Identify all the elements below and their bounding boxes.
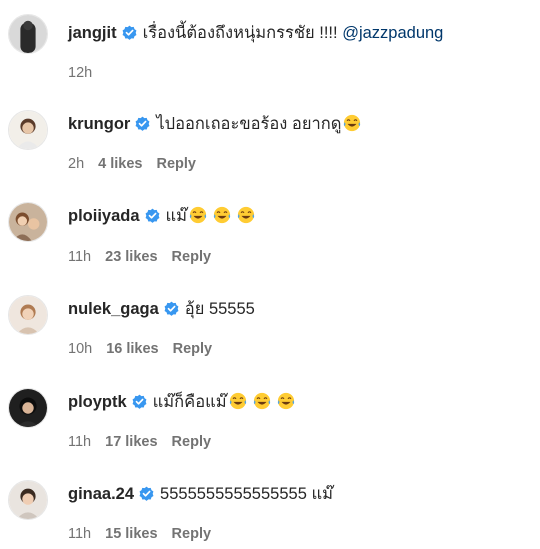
face-with-tears-of-joy-emoji xyxy=(213,206,231,224)
verified-badge-icon xyxy=(164,301,179,316)
reply-button[interactable]: Reply xyxy=(172,249,212,265)
comment-item: ploypt​k แม๊ก็คือแม๊ 11h 17 likes Reply xyxy=(0,371,540,457)
verified-badge-icon xyxy=(145,208,160,223)
comment-line: jangjit เรื่องนี้ต้องถึงหนุ่มกรรชัย !!!! … xyxy=(68,23,443,43)
avatar[interactable] xyxy=(8,295,48,335)
comment-item: ginaa.24 5555555555555555 แม๊ 11h 15 likes… xyxy=(0,463,540,549)
verified-badge-icon xyxy=(122,25,137,40)
username[interactable]: nulek_gaga xyxy=(68,300,159,318)
face-with-tears-of-joy-emoji xyxy=(343,114,361,132)
verified-badge-icon xyxy=(132,394,147,409)
timestamp: 11h xyxy=(68,249,92,265)
username[interactable]: ploypt​k xyxy=(68,393,127,411)
reply-button[interactable]: Reply xyxy=(173,341,213,357)
username[interactable]: krungor xyxy=(68,115,130,133)
comment-line: ginaa.24 5555555555555555 แม๊ xyxy=(68,484,333,504)
username[interactable]: ginaa.24 xyxy=(68,485,134,503)
likes-count[interactable]: 23 likes xyxy=(105,249,157,265)
username[interactable]: jangjit xyxy=(68,24,117,42)
comment-meta: 2h 4 likes Reply xyxy=(68,155,196,173)
comment-meta: 11h 15 likes Reply xyxy=(68,525,211,543)
likes-count[interactable]: 16 likes xyxy=(106,341,158,357)
mention-link[interactable]: @jazzpadung xyxy=(342,24,443,42)
reply-button[interactable]: Reply xyxy=(172,526,212,542)
face-with-tears-of-joy-emoji xyxy=(189,206,207,224)
verified-badge-icon xyxy=(139,486,154,501)
avatar[interactable] xyxy=(8,14,48,54)
comment-text: แม๊ก็คือแม๊ xyxy=(152,393,227,411)
timestamp: 12h xyxy=(68,65,93,81)
comment-item: ploiiyada แม๊ 11h 23 likes Reply xyxy=(0,186,540,272)
comment-item: krungor ไปออกเถอะขอร้อง อยากดู 2h 4 likes R… xyxy=(0,94,540,180)
comment-line: krungor ไปออกเถอะขอร้อง อยากดู xyxy=(68,114,361,134)
face-with-tears-of-joy-emoji xyxy=(277,392,295,410)
likes-count[interactable]: 15 likes xyxy=(105,526,157,542)
likes-count[interactable]: 4 likes xyxy=(98,156,142,172)
avatar[interactable] xyxy=(8,388,48,428)
comment-meta: 12h xyxy=(68,64,106,82)
face-with-tears-of-joy-emoji xyxy=(237,206,255,224)
comment-line: ploypt​k แม๊ก็คือแม๊ xyxy=(68,392,295,412)
comment-text: 5555555555555555 แม๊ xyxy=(160,485,333,503)
username[interactable]: ploiiyada xyxy=(68,207,140,225)
avatar[interactable] xyxy=(8,480,48,520)
likes-count[interactable]: 17 likes xyxy=(105,434,157,450)
comment-text: ไปออกเถอะขอร้อง อยากดู xyxy=(156,115,342,133)
comment-line: nulek_gaga อุ้ย 55555 xyxy=(68,299,255,319)
verified-badge-icon xyxy=(135,116,150,131)
comment-meta: 10h 16 likes Reply xyxy=(68,340,212,358)
comment-item: nulek_gaga อุ้ย 55555 10h 16 likes Reply xyxy=(0,278,540,364)
avatar[interactable] xyxy=(8,110,48,150)
comment-item: jangjit เรื่องนี้ต้องถึงหนุ่มกรรชัย !!!! … xyxy=(0,0,540,86)
timestamp: 10h xyxy=(68,341,93,357)
comment-line: ploiiyada แม๊ xyxy=(68,206,255,226)
face-with-tears-of-joy-emoji xyxy=(229,392,247,410)
comment-text: แม๊ xyxy=(165,207,188,225)
avatar[interactable] xyxy=(8,202,48,242)
comment-text: เรื่องนี้ต้องถึงหนุ่มกรรชัย !!!! xyxy=(142,24,343,42)
timestamp: 11h xyxy=(68,526,92,542)
comment-meta: 11h 17 likes Reply xyxy=(68,433,211,451)
timestamp: 11h xyxy=(68,434,92,450)
comment-meta: 11h 23 likes Reply xyxy=(68,248,211,266)
reply-button[interactable]: Reply xyxy=(172,434,212,450)
reply-button[interactable]: Reply xyxy=(156,156,196,172)
face-with-tears-of-joy-emoji xyxy=(253,392,271,410)
timestamp: 2h xyxy=(68,156,85,172)
comment-text: อุ้ย 55555 xyxy=(184,300,255,318)
